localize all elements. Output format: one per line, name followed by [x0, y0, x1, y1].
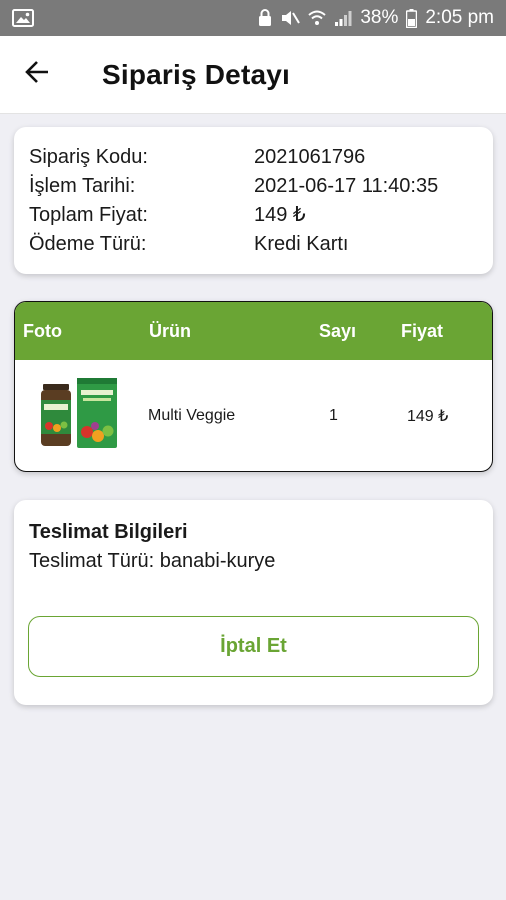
product-price: 149 ₺ — [407, 408, 449, 425]
battery-icon — [406, 8, 418, 28]
battery-percent: 38% — [360, 7, 399, 28]
lock-notification-icon — [258, 9, 272, 27]
total-price-label: Toplam Fiyat: — [29, 204, 148, 226]
column-header-price: Fiyat — [401, 320, 444, 341]
total-price-value: 149 ₺ — [254, 204, 306, 226]
payment-type-row: Ödeme Türü: Kredi Kartı — [29, 230, 478, 259]
column-header-photo: Foto — [23, 320, 62, 341]
signal-icon — [334, 9, 352, 27]
transaction-date-value: 2021-06-17 11:40:35 — [254, 175, 439, 197]
status-bar: 38% 2:05 pm — [0, 0, 506, 36]
table-header: Foto Ürün Sayı Fiyat — [15, 302, 492, 360]
cancel-order-button[interactable]: İptal Et — [28, 616, 479, 677]
order-items-table: Foto Ürün Sayı Fiyat Multi Veggie 1 149 … — [14, 301, 493, 472]
order-info-card: Sipariş Kodu: 2021061796 İşlem Tarihi: 2… — [14, 127, 493, 274]
total-price-row: Toplam Fiyat: 149 ₺ — [29, 201, 478, 230]
delivery-info-card: Teslimat Bilgileri Teslimat Türü: banabi… — [14, 500, 493, 705]
delivery-type: Teslimat Türü: banabi-kurye — [29, 550, 276, 572]
product-photo — [15, 377, 141, 455]
product-name: Multi Veggie — [148, 407, 236, 424]
table-row[interactable]: Multi Veggie 1 149 ₺ — [15, 360, 492, 471]
mute-icon — [280, 9, 301, 27]
delivery-title: Teslimat Bilgileri — [29, 521, 188, 543]
transaction-date-row: İşlem Tarihi: 2021-06-17 11:40:35 — [29, 172, 478, 201]
payment-type-value: Kredi Kartı — [254, 233, 349, 255]
clock: 2:05 pm — [425, 7, 494, 28]
order-code-label: Sipariş Kodu: — [29, 146, 148, 168]
app-bar: Sipariş Detayı — [0, 36, 506, 114]
arrow-left-icon — [24, 60, 50, 89]
page-title: Sipariş Detayı — [102, 58, 290, 90]
back-button[interactable] — [0, 36, 74, 114]
payment-type-label: Ödeme Türü: — [29, 233, 147, 255]
order-code-row: Sipariş Kodu: 2021061796 — [29, 143, 478, 172]
wifi-icon — [308, 9, 326, 27]
status-left — [12, 9, 34, 27]
column-header-count: Sayı — [319, 320, 357, 341]
product-count: 1 — [329, 407, 338, 424]
column-header-product: Ürün — [149, 320, 191, 341]
gallery-notification-icon — [12, 9, 34, 27]
status-right: 38% 2:05 pm — [258, 7, 494, 29]
order-code-value: 2021061796 — [254, 146, 366, 168]
transaction-date-label: İşlem Tarihi: — [29, 175, 136, 197]
